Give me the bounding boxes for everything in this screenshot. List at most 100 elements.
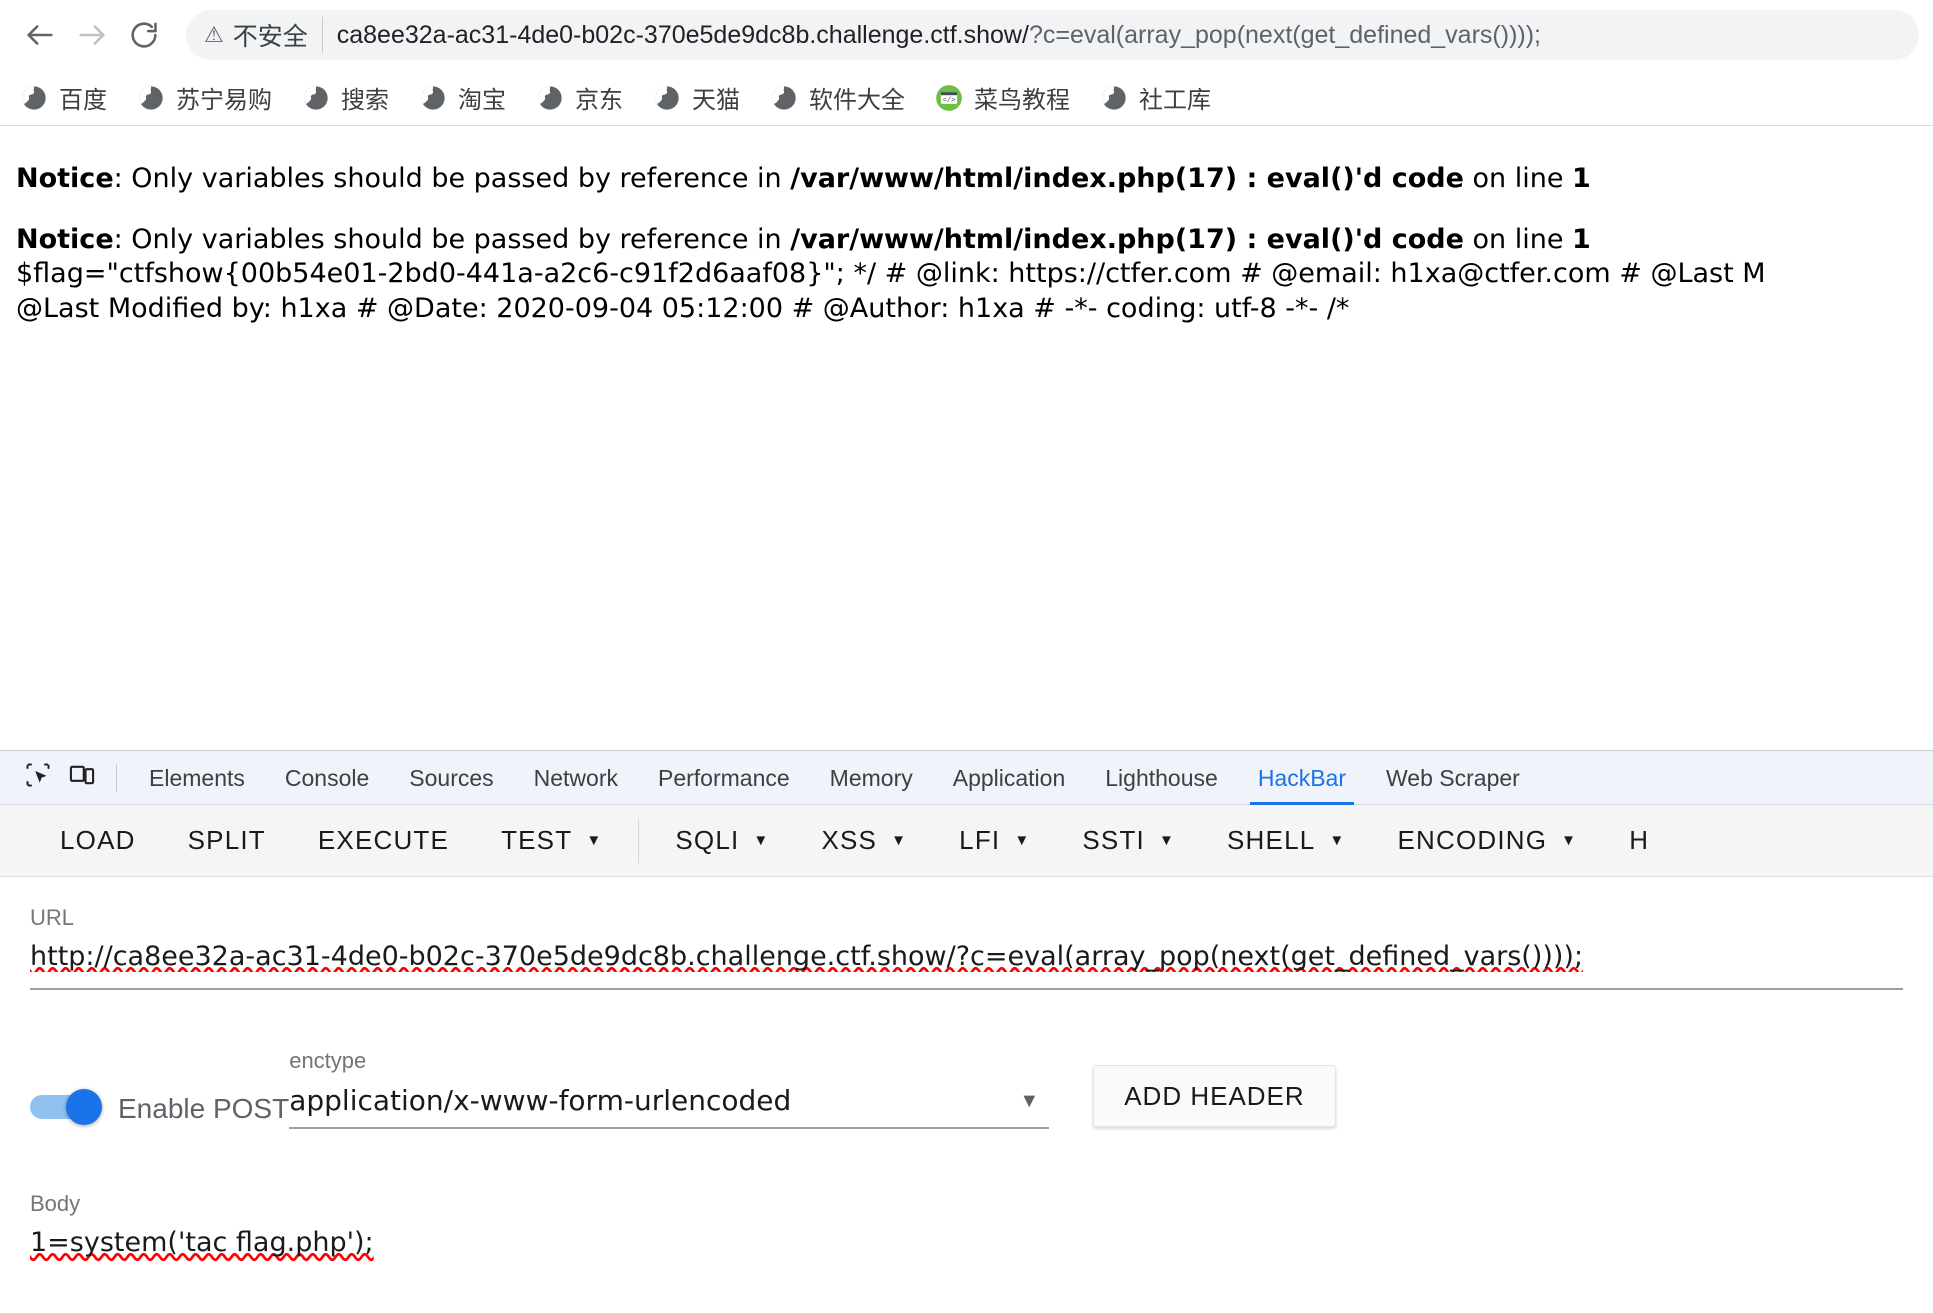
hackbar-lfi-menu[interactable]: LFI ▼ (933, 805, 1056, 876)
inspect-element-icon (24, 761, 52, 794)
tab-web-scraper[interactable]: Web Scraper (1366, 751, 1540, 805)
bookmark-label: 京东 (575, 87, 623, 114)
address-bar-host: ca8ee32a-ac31-4de0-b02c-370e5de9dc8b.cha… (336, 20, 1029, 49)
hackbar-form: URL http://ca8ee32a-ac31-4de0-b02c-370e5… (0, 877, 1933, 1313)
notice-message: : Only variables should be passed by ref… (113, 163, 791, 194)
reload-button[interactable] (118, 9, 170, 61)
hackbar-xss-label: XSS (821, 825, 878, 855)
notice-online: on line (1463, 163, 1573, 194)
chevron-down-icon: ▼ (1561, 832, 1578, 849)
tab-application[interactable]: Application (933, 751, 1086, 805)
chevron-down-icon: ▼ (753, 832, 770, 849)
enable-post-toggle[interactable] (30, 1089, 102, 1125)
bookmark-label: 社工库 (1139, 87, 1211, 114)
bookmark-item[interactable]: 淘宝 (419, 80, 506, 115)
tab-network[interactable]: Network (514, 751, 638, 805)
url-input-value: http://ca8ee32a-ac31-4de0-b02c-370e5de9d… (30, 941, 1584, 972)
hackbar-test-label: TEST (501, 825, 573, 855)
globe-icon (137, 84, 165, 112)
body-input[interactable]: 1=system('tac flag.php'); (30, 1227, 1903, 1258)
tab-lighthouse[interactable]: Lighthouse (1085, 751, 1238, 805)
tab-memory[interactable]: Memory (810, 751, 933, 805)
hackbar-execute-label: EXECUTE (317, 825, 450, 855)
notice-file: /var/www/html/index.php(17) : eval()'d c… (790, 163, 1464, 194)
body-field-group: Body 1=system('tac flag.php'); (30, 1191, 1903, 1258)
enctype-value: application/x-www-form-urlencoded (289, 1084, 792, 1117)
source-metadata-line: @Last Modified by: h1xa # @Date: 2020-09… (16, 292, 1350, 324)
chevron-down-icon: ▼ (1329, 832, 1346, 849)
bookmark-item[interactable]: 软件大全 (770, 80, 905, 115)
hackbar-execute-button[interactable]: EXECUTE (292, 805, 475, 876)
globe-icon (770, 84, 798, 112)
code-badge-icon: </> (935, 84, 963, 112)
hackbar-split-button[interactable]: SPLIT (162, 805, 292, 876)
notice-message: : Only variables should be passed by ref… (113, 223, 791, 255)
chevron-down-icon: ▼ (1158, 832, 1176, 849)
php-notice-second: Notice: Only variables should be passed … (16, 223, 1917, 258)
notice-label: Notice (16, 223, 114, 255)
bookmark-label: 菜鸟教程 (974, 87, 1070, 114)
tab-elements[interactable]: Elements (129, 751, 265, 805)
warning-triangle-icon: ⚠ (204, 22, 224, 47)
url-input[interactable]: http://ca8ee32a-ac31-4de0-b02c-370e5de9d… (30, 941, 1903, 972)
hackbar-sqli-label: SQLI (675, 825, 740, 855)
address-bar-url: ca8ee32a-ac31-4de0-b02c-370e5de9dc8b.cha… (337, 21, 1901, 50)
hackbar-shell-label: SHELL (1227, 825, 1316, 855)
address-bar[interactable]: ⚠ 不安全 ca8ee32a-ac31-4de0-b02c-370e5de9dc… (186, 10, 1919, 60)
hackbar-shell-menu[interactable]: SHELL ▼ (1201, 805, 1371, 876)
bookmark-label: 百度 (59, 87, 107, 114)
enable-post-label: Enable POST (118, 1093, 290, 1124)
tab-sources[interactable]: Sources (389, 751, 513, 805)
forward-button[interactable] (66, 9, 118, 61)
notice-line-number: 1 (1572, 163, 1591, 194)
bookmarks-bar: 百度 苏宁易购 搜索 淘宝 京东 天猫 软件大全 </> 菜鸟教程 社工库 (0, 70, 1933, 126)
security-status[interactable]: ⚠ 不安全 (204, 17, 323, 53)
bookmark-label: 苏宁易购 (176, 87, 272, 114)
device-toolbar-button[interactable] (60, 756, 104, 800)
bookmark-label: 淘宝 (458, 87, 506, 114)
hackbar-load-label: LOAD (60, 825, 136, 855)
add-header-label: ADD HEADER (1124, 1080, 1305, 1111)
enctype-select[interactable]: enctype application/x-www-form-urlencode… (289, 1048, 1050, 1129)
tab-console[interactable]: Console (265, 751, 389, 805)
post-options-row: Enable POST enctype application/x-www-fo… (30, 1048, 1903, 1129)
php-notice-first: Notice: Only variables should be passed … (0, 162, 1933, 197)
arrow-right-icon (75, 18, 109, 52)
globe-icon (1100, 84, 1128, 112)
browser-chrome: ⚠ 不安全 ca8ee32a-ac31-4de0-b02c-370e5de9dc… (0, 0, 1933, 750)
hackbar-toolbar: LOAD SPLIT EXECUTE TEST ▼ SQLI ▼ XSS ▼ LFI ▼… (0, 805, 1933, 877)
url-field-label: URL (30, 905, 75, 930)
hackbar-encoding-menu[interactable]: ENCODING ▼ (1371, 805, 1603, 876)
inspect-element-button[interactable] (16, 756, 60, 800)
bookmark-item[interactable]: 天猫 (653, 80, 740, 115)
address-bar-query: ?c=eval(array_pop(next(get_defined_vars(… (1028, 20, 1541, 49)
back-button[interactable] (14, 9, 66, 61)
tab-hackbar[interactable]: HackBar (1238, 751, 1366, 805)
globe-icon (653, 84, 681, 112)
bookmark-item[interactable]: 京东 (536, 80, 623, 115)
url-field-group: URL http://ca8ee32a-ac31-4de0-b02c-370e5… (30, 905, 1903, 990)
add-header-button[interactable]: ADD HEADER (1093, 1065, 1336, 1127)
chevron-down-icon: ▼ (891, 832, 908, 849)
notice-file: /var/www/html/index.php(17) : eval()'d c… (790, 223, 1464, 255)
hackbar-xss-menu[interactable]: XSS ▼ (795, 805, 933, 876)
bookmark-item[interactable]: 百度 (20, 80, 107, 115)
bookmark-item[interactable]: 搜索 (302, 80, 389, 115)
devtools-tabbar: Elements Console Sources Network Perform… (0, 751, 1933, 805)
bookmark-item[interactable]: 苏宁易购 (137, 80, 272, 115)
hackbar-hashing-label: H (1629, 825, 1650, 855)
notice-line-number: 1 (1572, 223, 1591, 255)
hackbar-load-button[interactable]: LOAD (34, 805, 162, 876)
hackbar-encoding-label: ENCODING (1397, 825, 1548, 855)
notice-online: on line (1463, 223, 1573, 255)
hackbar-test-menu[interactable]: TEST ▼ (475, 805, 628, 876)
bookmark-item[interactable]: 社工库 (1100, 80, 1211, 115)
hackbar-ssti-menu[interactable]: SSTI ▼ (1056, 805, 1201, 876)
hackbar-hashing-menu[interactable]: H (1603, 805, 1675, 876)
tab-performance[interactable]: Performance (638, 751, 810, 805)
security-status-label: 不安全 (232, 23, 308, 51)
hackbar-sqli-menu[interactable]: SQLI ▼ (649, 805, 795, 876)
globe-icon (419, 84, 447, 112)
bookmark-item[interactable]: </> 菜鸟教程 (935, 80, 1070, 115)
body-input-value: 1=system('tac flag.php'); (30, 1227, 374, 1258)
